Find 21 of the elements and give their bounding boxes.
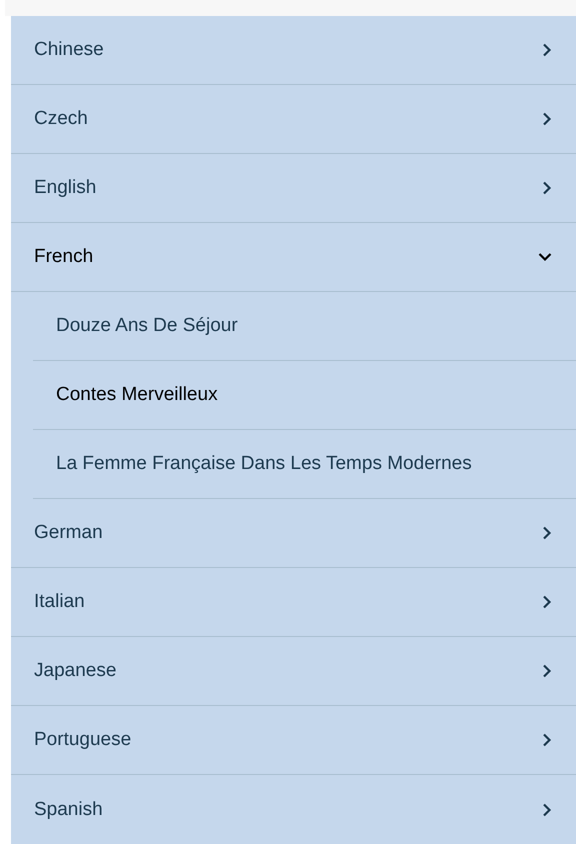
chevron-down-icon — [538, 252, 552, 262]
chevron-right-icon — [542, 181, 552, 195]
language-item[interactable]: Czech — [11, 85, 576, 154]
chevron-right-icon — [542, 526, 552, 540]
language-item[interactable]: Japanese — [11, 637, 576, 706]
chevron-right-icon — [542, 733, 552, 747]
book-item[interactable]: Douze Ans De Séjour — [33, 292, 576, 361]
language-item[interactable]: French — [11, 223, 576, 292]
chevron-right-icon — [542, 595, 552, 609]
chevron-right-icon — [542, 112, 552, 126]
language-item[interactable]: German — [11, 499, 576, 568]
language-item[interactable]: Italian — [11, 568, 576, 637]
book-item[interactable]: La Femme Française Dans Les Temps Modernes — [33, 430, 576, 499]
chevron-right-icon — [542, 802, 552, 816]
language-item[interactable]: Portuguese — [11, 706, 576, 775]
language-item[interactable]: Chinese — [11, 16, 576, 85]
chevron-right-icon — [542, 43, 552, 57]
language-item[interactable]: English — [11, 154, 576, 223]
chevron-right-icon — [542, 664, 552, 678]
book-item[interactable]: Contes Merveilleux — [33, 361, 576, 430]
language-item[interactable]: Spanish — [11, 775, 576, 844]
